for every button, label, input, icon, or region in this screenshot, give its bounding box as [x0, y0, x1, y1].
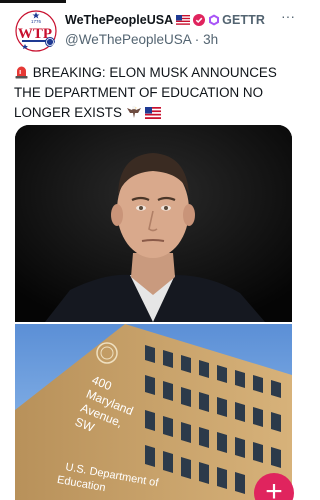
post-media[interactable]: 400 Maryland Avenue, SW U.S. Department … — [15, 125, 292, 500]
wtp-logo-icon: 1776 WTP — [14, 9, 58, 53]
more-options-icon[interactable]: ··· — [278, 9, 298, 25]
post-header: 1776 WTP WeThePeopleUSA GETTR @WeThePeop… — [14, 9, 300, 53]
name-row: WeThePeopleUSA GETTR — [65, 11, 285, 29]
siren-emoji-icon — [15, 66, 28, 79]
media-images: 400 Maryland Avenue, SW U.S. Department … — [15, 125, 292, 500]
us-flag-emoji-icon — [145, 107, 162, 119]
handle-row: @WeThePeopleUSA · 3h — [65, 32, 285, 47]
building-photo: 400 Maryland Avenue, SW U.S. Department … — [15, 324, 292, 500]
top-progress-bar — [0, 0, 307, 4]
display-name[interactable]: WeThePeopleUSA — [65, 13, 173, 27]
verified-badge-icon — [193, 14, 206, 26]
us-flag-icon — [176, 15, 191, 25]
gettr-logo-icon — [209, 14, 220, 26]
timestamp[interactable]: 3h — [203, 32, 218, 47]
gettr-label: GETTR — [222, 13, 265, 27]
portrait-photo — [15, 125, 292, 322]
handle[interactable]: @WeThePeopleUSA — [65, 32, 191, 47]
post-text: BREAKING: ELON MUSK ANNOUNCES THE DEPART… — [14, 63, 298, 123]
avatar-year: 1776 — [31, 19, 42, 24]
avatar[interactable]: 1776 WTP — [14, 9, 58, 53]
post-meta: WeThePeopleUSA GETTR @WeThePeopleUSA · 3… — [65, 11, 285, 47]
separator: · — [194, 32, 200, 47]
eagle-emoji-icon — [126, 105, 141, 118]
